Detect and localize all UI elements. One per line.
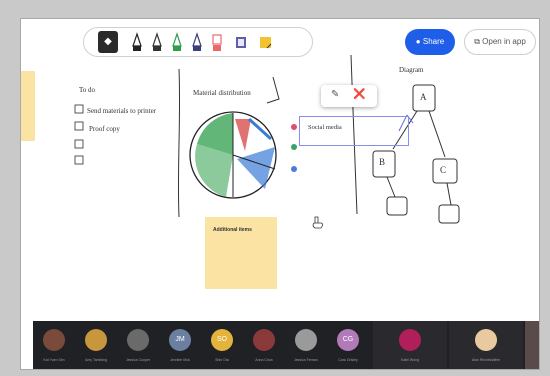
participant-tile[interactable]: Jessica Cooper bbox=[117, 321, 159, 369]
participant-tile[interactable]: Alan Rechtshaffen bbox=[449, 321, 523, 369]
diagram-edge bbox=[386, 176, 396, 198]
avatar bbox=[253, 329, 275, 351]
participant-tile[interactable]: SO Shin Ota bbox=[201, 321, 243, 369]
diagram-title: Diagram bbox=[399, 66, 424, 74]
avatar: SO bbox=[211, 329, 233, 351]
avatar bbox=[295, 329, 317, 351]
pencil-icon[interactable]: ✎ bbox=[331, 89, 339, 100]
legend-dot bbox=[291, 166, 297, 172]
avatar: CG bbox=[337, 329, 359, 351]
participant-tile[interactable]: JM Jennifer Mok bbox=[159, 321, 201, 369]
arrow-mark bbox=[266, 76, 280, 104]
divider-line bbox=[177, 68, 181, 218]
chart-title: Material distribution bbox=[193, 89, 251, 97]
participant-tile[interactable]: CG Cara Grisley bbox=[327, 321, 369, 369]
whiteboard-window: ◆ ● Share ⧉ Open in app To do Send mater… bbox=[20, 18, 540, 370]
participants-strip: Kat Yuen Sim Amy Tambling Jessica Cooper… bbox=[33, 321, 539, 369]
diagram-node-e bbox=[438, 204, 460, 224]
avatar bbox=[475, 329, 497, 351]
avatar bbox=[43, 329, 65, 351]
hand-cursor-icon bbox=[312, 216, 323, 229]
avatar: JM bbox=[169, 329, 191, 351]
sticky-note[interactable]: Additional items bbox=[205, 217, 277, 289]
todo-checkbox bbox=[74, 104, 84, 114]
participant-tile[interactable]: Amy Tambling bbox=[75, 321, 117, 369]
diagram-node-c-label: C bbox=[440, 165, 447, 175]
text-box-selected[interactable]: Social media bbox=[299, 116, 409, 146]
diagram-node-a-label: A bbox=[420, 92, 427, 102]
diagram-node-b-label: B bbox=[379, 157, 386, 167]
sticky-note-text: Additional items bbox=[213, 227, 252, 233]
participant-tile[interactable] bbox=[525, 321, 539, 369]
todo-checkbox bbox=[74, 155, 84, 165]
trash-icon[interactable]: ❌ bbox=[353, 89, 365, 100]
avatar bbox=[127, 329, 149, 351]
selection-toolbar: ✎ ❌ bbox=[321, 85, 377, 107]
participant-tile[interactable]: Kat Yuen Sim bbox=[33, 321, 75, 369]
participant-tile[interactable]: Jessica Ferraro bbox=[285, 321, 327, 369]
legend-dot bbox=[291, 144, 297, 150]
diagram-node-d bbox=[386, 196, 408, 216]
avatar bbox=[85, 329, 107, 351]
participant-tile[interactable]: Kathi Wong bbox=[373, 321, 447, 369]
participant-tile[interactable]: Anna Chan bbox=[243, 321, 285, 369]
diagram-edge bbox=[446, 182, 452, 206]
ink-drawing-layer bbox=[74, 54, 460, 229]
todo-checkbox bbox=[74, 121, 84, 131]
legend-dot bbox=[291, 124, 297, 130]
todo-checkbox bbox=[74, 139, 84, 149]
avatar bbox=[399, 329, 421, 351]
diagram-edge bbox=[428, 110, 446, 158]
